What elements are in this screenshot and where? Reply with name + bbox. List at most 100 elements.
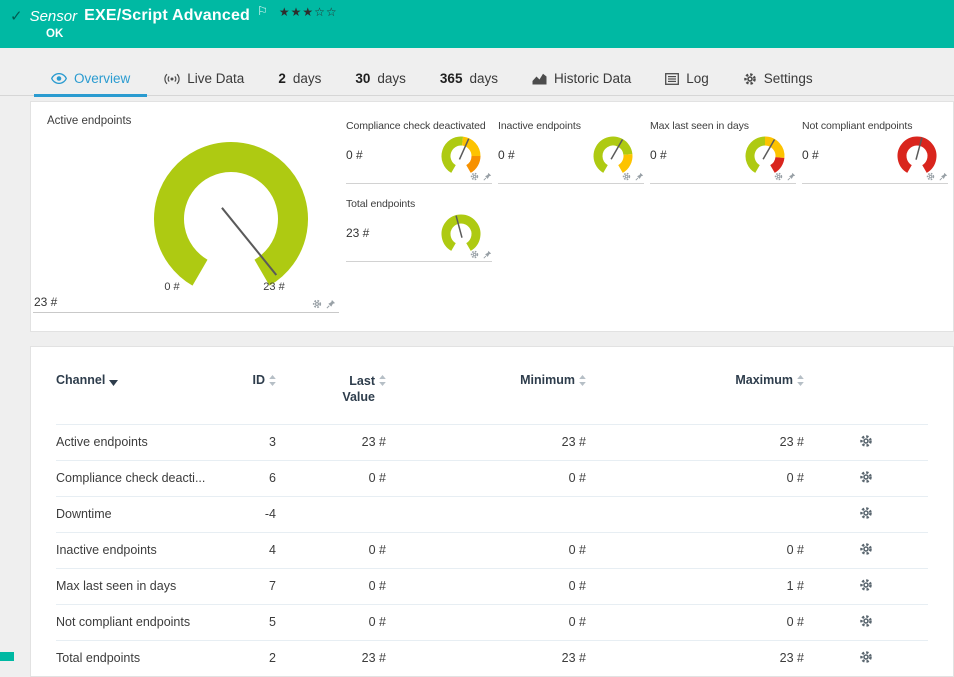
tab-settings[interactable]: Settings: [726, 62, 830, 95]
live-data-icon: [164, 73, 180, 85]
channel-minimum: 23 #: [386, 640, 586, 676]
tab-label: Historic Data: [554, 71, 631, 86]
channel-name[interactable]: Not compliant endpoints: [56, 604, 224, 640]
column-header-id[interactable]: ID: [224, 367, 276, 424]
scroll-corner-accent[interactable]: [0, 652, 14, 661]
column-header-max[interactable]: Maximum: [586, 367, 804, 424]
channel-settings-icon[interactable]: [859, 434, 873, 448]
gauge-settings-gear-icon[interactable]: [312, 299, 322, 309]
channel-name[interactable]: Compliance check deacti...: [56, 460, 224, 496]
channel-minimum: [386, 496, 586, 532]
channel-row: Active endpoints323 #23 #23 #: [56, 424, 928, 460]
tab-bar: OverviewLive Data2days30days365days Histo…: [0, 62, 954, 96]
sort-icon: [269, 375, 276, 389]
channel-settings-icon[interactable]: [859, 470, 873, 484]
primary-gauge-card: Active endpoints 0 # 23 # 23 #: [31, 115, 346, 331]
sensor-title-line: ✓ Sensor EXE/Script Advanced ⚐ ★★★☆☆: [10, 7, 944, 25]
channel-name[interactable]: Max last seen in days: [56, 568, 224, 604]
channel-last-value: 0 #: [276, 460, 386, 496]
tab-live-data[interactable]: Live Data: [147, 62, 261, 95]
tab-log[interactable]: Log: [648, 62, 726, 95]
gauge-settings-gear-icon[interactable]: [470, 250, 479, 259]
channel-name[interactable]: Inactive endpoints: [56, 532, 224, 568]
primary-gauge-actions: [312, 299, 336, 309]
gauge-settings-gear-icon[interactable]: [622, 172, 631, 181]
channel-last-value: 0 #: [276, 604, 386, 640]
channel-last-value: 0 #: [276, 532, 386, 568]
channels-table-panel: Channel ID Last Value Minimum Maximum Active…: [30, 346, 954, 677]
gauge-pin-icon[interactable]: [635, 172, 644, 181]
gauge-pin-icon[interactable]: [939, 172, 948, 181]
channel-minimum: 0 #: [386, 532, 586, 568]
column-header-min[interactable]: Minimum: [386, 367, 586, 424]
channel-settings-icon[interactable]: [859, 506, 873, 520]
star-empty-icon[interactable]: ☆: [326, 5, 338, 19]
gauge-title: Not compliant endpoints: [802, 120, 948, 132]
channels-table: Channel ID Last Value Minimum Maximum Active…: [56, 367, 928, 676]
gauges-panel: Active endpoints 0 # 23 # 23 # Complianc…: [30, 101, 954, 332]
channel-settings-icon[interactable]: [859, 578, 873, 592]
channel-settings-icon[interactable]: [859, 614, 873, 628]
historic-data-icon: [532, 73, 547, 85]
column-label: Channel: [56, 373, 105, 387]
gauge-card: Compliance check deactivated0 #: [346, 120, 492, 184]
tab-label: days: [377, 71, 406, 86]
sorted-caret-icon: [109, 375, 118, 389]
channel-row: Inactive endpoints40 #0 #0 #: [56, 532, 928, 568]
gauge-pin-icon[interactable]: [483, 250, 492, 259]
sort-icon: [379, 375, 386, 389]
channel-settings-icon[interactable]: [859, 650, 873, 664]
tab-365-days[interactable]: 365days: [423, 62, 515, 95]
channel-name[interactable]: Active endpoints: [56, 424, 224, 460]
gauge-pin-icon[interactable]: [787, 172, 796, 181]
column-label: ID: [253, 373, 266, 387]
gauge-settings-gear-icon[interactable]: [774, 172, 783, 181]
gauge-pin-icon[interactable]: [326, 299, 336, 309]
settings-icon: [743, 72, 757, 86]
primary-gauge-dial-area: 0 # 23 #: [126, 131, 336, 295]
status-check-icon: ✓: [10, 7, 23, 25]
gauge-actions: [774, 172, 796, 181]
gauge-card: Max last seen in days0 #: [650, 120, 796, 184]
tab-label: days: [293, 71, 322, 86]
tab-overview[interactable]: Overview: [34, 62, 147, 95]
column-header-last[interactable]: Last Value: [276, 367, 386, 424]
channel-row: Downtime-4: [56, 496, 928, 532]
gauge-actions: [470, 250, 492, 259]
channel-name[interactable]: Downtime: [56, 496, 224, 532]
star-filled-icon[interactable]: ★: [279, 5, 291, 19]
sensor-status-text: OK: [46, 28, 944, 40]
channel-row: Not compliant endpoints50 #0 #0 #: [56, 604, 928, 640]
tab-label: Settings: [764, 71, 813, 86]
channel-maximum: 23 #: [586, 640, 804, 676]
column-label: Maximum: [735, 373, 793, 387]
gauge-value: 0 #: [650, 148, 667, 162]
channel-settings-icon[interactable]: [859, 542, 873, 556]
channel-id: 2: [224, 640, 276, 676]
star-filled-icon[interactable]: ★: [291, 5, 303, 19]
star-empty-icon[interactable]: ☆: [314, 5, 326, 19]
table-header-row: Channel ID Last Value Minimum Maximum: [56, 367, 928, 424]
log-icon: [665, 73, 679, 85]
column-label: Minimum: [520, 373, 575, 387]
gauge-value: 0 #: [346, 148, 363, 162]
tab-historic-data[interactable]: Historic Data: [515, 62, 648, 95]
flag-icon[interactable]: ⚐: [257, 4, 268, 18]
channel-last-value: [276, 496, 386, 532]
channel-id: 7: [224, 568, 276, 604]
priority-stars[interactable]: ★★★☆☆: [279, 5, 338, 19]
tab-30-days[interactable]: 30days: [338, 62, 423, 95]
gauge-settings-gear-icon[interactable]: [470, 172, 479, 181]
channel-name[interactable]: Total endpoints: [56, 640, 224, 676]
gauge-pin-icon[interactable]: [483, 172, 492, 181]
gauge-dial: [126, 131, 336, 295]
channel-maximum: [586, 496, 804, 532]
star-filled-icon[interactable]: ★: [302, 5, 314, 19]
tab-label: days: [469, 71, 498, 86]
gauge-actions: [622, 172, 644, 181]
column-header-channel[interactable]: Channel: [56, 367, 224, 424]
gauge-settings-gear-icon[interactable]: [926, 172, 935, 181]
gauge-actions: [926, 172, 948, 181]
gauge-value: 23 #: [346, 226, 369, 240]
tab-2-days[interactable]: 2days: [261, 62, 338, 95]
